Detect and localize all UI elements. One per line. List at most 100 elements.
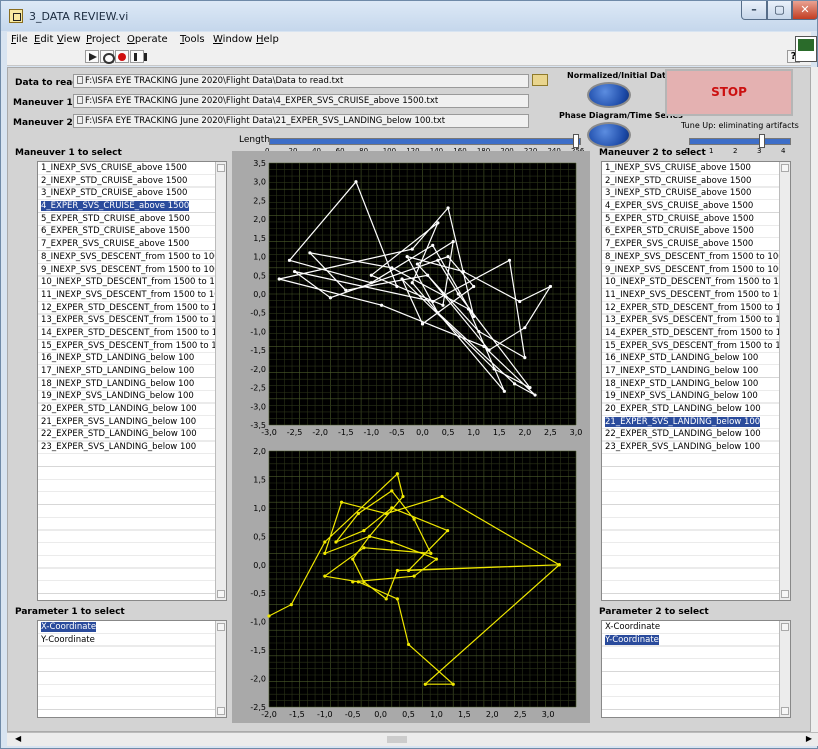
pause-icon[interactable] [130,50,147,63]
scroll-up-icon[interactable] [781,164,789,172]
maneuver2-list-item[interactable]: 17_INEXP_STD_LANDING_below 100 [602,365,779,378]
maneuver2-chart[interactable]: -2,0 -1,5 -1,0 -0,5 0,0 0,5 1,0 1,5 2,0 2,5 3,0 2,0… [232,441,590,723]
maneuver2-list-item[interactable]: 10_INEXP_STD_DESCENT_from 1500 to 100 [602,276,779,289]
parameter1-scrollbar[interactable] [215,621,226,717]
scroll-down-icon[interactable] [781,707,789,715]
length-slider-thumb[interactable] [573,134,579,148]
maneuver1-list-item[interactable]: 12_EXPER_STD_DESCENT_from 1500 to 100 [38,302,215,315]
maneuver2-list-item[interactable]: 21_EXPER_SVS_LANDING_below 100 [602,416,779,429]
menu-file[interactable]: File [11,34,28,45]
parameter1-listbox[interactable]: X-Coordinate Y-Coordinate [37,620,227,718]
phase-diagram-toggle[interactable] [587,122,631,148]
maneuver1-list-item[interactable]: 6_EXPER_STD_CRUISE_above 1500 [38,225,215,238]
close-button[interactable]: ✕ [792,1,818,20]
length-slider[interactable] [269,134,581,148]
maneuver2-list-item[interactable]: 16_INEXP_STD_LANDING_below 100 [602,352,779,365]
maneuver2-scrollbar[interactable] [779,162,790,600]
parameter2-listbox[interactable]: X-Coordinate Y-Coordinate [601,620,791,718]
maneuver2-list-item[interactable]: 9_INEXP_SVS_DESCENT_from 1500 to 100 [602,264,779,277]
maneuver1-list-item[interactable]: 10_INEXP_STD_DESCENT_from 1500 to 100 [38,276,215,289]
scroll-right-icon[interactable]: ▶ [806,734,812,743]
maneuver2-list-item[interactable]: 18_INEXP_STD_LANDING_below 100 [602,378,779,391]
maneuver1-list-item[interactable]: 3_INEXP_STD_CRUISE_above 1500 [38,187,215,200]
maneuver1-list-item[interactable]: 21_EXPER_SVS_LANDING_below 100 [38,416,215,429]
maneuver1-list-item[interactable]: 20_EXPER_STD_LANDING_below 100 [38,403,215,416]
phase-diagram-chart[interactable]: -3,0 -2,5 -2,0 -1,5 -1,0 -0,5 0,0 0,5 1,0 1,5 2,0 2… [232,151,590,441]
scroll-left-icon[interactable]: ◀ [15,734,21,743]
maneuver1-list-item[interactable]: 8_INEXP_SVS_DESCENT_from 1500 to 100 [38,251,215,264]
scroll-up-icon[interactable] [217,164,225,172]
maneuver1-list-item[interactable]: 2_INEXP_STD_CRUISE_above 1500 [38,175,215,188]
scroll-up-icon[interactable] [781,623,789,631]
maneuver2-listbox[interactable]: 1_INEXP_SVS_CRUISE_above 1500 2_INEXP_STD… [601,161,791,601]
maneuver2-path[interactable]: F:\ISFA EYE TRACKING June 2020\Flight Da… [73,114,529,128]
maneuver2-list-item[interactable]: 1_INEXP_SVS_CRUISE_above 1500 [602,162,779,175]
maneuver1-list-item[interactable]: 22_EXPER_STD_LANDING_below 100 [38,428,215,441]
data-to-read-path[interactable]: F:\ISFA EYE TRACKING June 2020\Flight Da… [73,74,529,88]
maneuver2-list-item[interactable]: 14_EXPER_STD_DESCENT_from 1500 to 100 [602,327,779,340]
run-continuously-icon[interactable] [100,50,115,64]
maneuver2-list-item[interactable]: 19_INEXP_SVS_LANDING_below 100 [602,390,779,403]
parameter2-list-item[interactable]: X-Coordinate [602,621,779,634]
scroll-down-icon[interactable] [217,590,225,598]
scroll-up-icon[interactable] [217,623,225,631]
maneuver2-list-item[interactable]: 4_EXPER_SVS_CRUISE_above 1500 [602,200,779,213]
maneuver1-list-item[interactable]: 14_EXPER_STD_DESCENT_from 1500 to 100 [38,327,215,340]
scroll-down-icon[interactable] [781,590,789,598]
maneuver1-listbox[interactable]: 1_INEXP_SVS_CRUISE_above 1500 2_INEXP_STD… [37,161,227,601]
maneuver2-list-item[interactable]: 7_EXPER_SVS_CRUISE_above 1500 [602,238,779,251]
maneuver2-list-item[interactable]: 15_EXPER_SVS_DESCENT_from 1500 to 100 [602,340,779,353]
title-bar[interactable]: 3_DATA REVIEW.vi – ▢ ✕ [1,1,818,31]
maneuver1-list-item[interactable]: 5_EXPER_STD_CRUISE_above 1500 [38,213,215,226]
maneuver2-list-item[interactable]: 12_EXPER_STD_DESCENT_from 1500 to 100 [602,302,779,315]
menu-help[interactable]: Help [256,34,279,45]
maneuver1-list-item[interactable]: 16_INEXP_STD_LANDING_below 100 [38,352,215,365]
maneuver1-list-item[interactable]: 19_INEXP_SVS_LANDING_below 100 [38,390,215,403]
parameter1-list-item[interactable]: Y-Coordinate [38,634,215,647]
maneuver2-list-item[interactable]: 6_EXPER_STD_CRUISE_above 1500 [602,225,779,238]
maneuver2-list-item[interactable]: 20_EXPER_STD_LANDING_below 100 [602,403,779,416]
window-horizontal-scrollbar[interactable]: ◀ ▶ [7,732,818,746]
maneuver1-list-item[interactable]: 17_INEXP_STD_LANDING_below 100 [38,365,215,378]
maneuver2-list-item[interactable]: 11_INEXP_SVS_DESCENT_from 1500 to 100 [602,289,779,302]
parameter2-list-item[interactable]: Y-Coordinate [602,634,779,647]
menu-window[interactable]: Window [213,34,252,45]
maneuver2-list-item[interactable]: 22_EXPER_STD_LANDING_below 100 [602,428,779,441]
menu-view[interactable]: View [57,34,81,45]
maneuver1-list-item[interactable]: 4_EXPER_SVS_CRUISE_above 1500 [38,200,215,213]
maneuver1-list-item[interactable]: 23_EXPER_SVS_LANDING_below 100 [38,441,215,454]
maneuver2-list-item[interactable]: 8_INEXP_SVS_DESCENT_from 1500 to 100 [602,251,779,264]
maximize-button[interactable]: ▢ [767,1,792,20]
maneuver1-list-item[interactable]: 13_EXPER_SVS_DESCENT_from 1500 to 100 [38,314,215,327]
browse-folder-icon[interactable] [532,74,548,86]
menu-tools[interactable]: Tools [180,34,205,45]
maneuver1-list-item[interactable]: 1_INEXP_SVS_CRUISE_above 1500 [38,162,215,175]
parameter2-scrollbar[interactable] [779,621,790,717]
maneuver1-list-item[interactable]: 15_EXPER_SVS_DESCENT_from 1500 to 100 [38,340,215,353]
scroll-thumb[interactable] [387,736,407,743]
maneuver1-list-item[interactable]: 9_INEXP_SVS_DESCENT_from 1500 to 100 [38,264,215,277]
tune-up-slider[interactable] [689,134,791,148]
menu-project[interactable]: Project [86,34,120,45]
tune-up-slider-thumb[interactable] [759,134,765,148]
parameter1-list-item[interactable]: X-Coordinate [38,621,215,634]
maneuver2-list-item[interactable]: 3_INEXP_STD_CRUISE_above 1500 [602,187,779,200]
maneuver1-scrollbar[interactable] [215,162,226,600]
maneuver2-list-item[interactable]: 2_INEXP_STD_CRUISE_above 1500 [602,175,779,188]
maneuver2-list-item[interactable]: 13_EXPER_SVS_DESCENT_from 1500 to 100 [602,314,779,327]
minimize-button[interactable]: – [741,1,767,20]
maneuver1-path[interactable]: F:\ISFA EYE TRACKING June 2020\Flight Da… [73,94,529,108]
maneuver2-list-item[interactable]: 23_EXPER_SVS_LANDING_below 100 [602,441,779,454]
maneuver1-list-item[interactable]: 7_EXPER_SVS_CRUISE_above 1500 [38,238,215,251]
abort-icon[interactable] [115,50,129,63]
maneuver2-list-item[interactable]: 5_EXPER_STD_CRUISE_above 1500 [602,213,779,226]
window-vertical-scrollbar[interactable] [811,67,818,732]
menu-operate[interactable]: Operate [127,34,168,45]
maneuver1-list-item[interactable]: 11_INEXP_SVS_DESCENT_from 1500 to 100 [38,289,215,302]
scroll-down-icon[interactable] [217,707,225,715]
run-arrow-icon[interactable] [85,50,99,63]
normalized-toggle[interactable] [587,82,631,108]
menu-edit[interactable]: Edit [34,34,53,45]
stop-button[interactable]: STOP [665,69,793,116]
maneuver1-list-item[interactable]: 18_INEXP_STD_LANDING_below 100 [38,378,215,391]
